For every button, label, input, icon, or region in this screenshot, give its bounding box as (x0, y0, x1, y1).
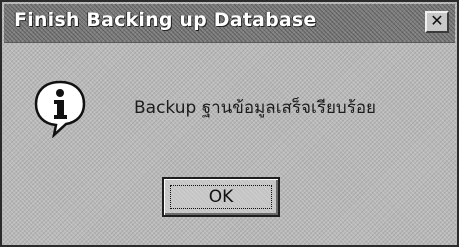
message-text: Backup ฐานข้อมูลเสร็จเรียบร้อย (134, 98, 376, 118)
close-button[interactable]: ✕ (425, 11, 449, 33)
title-bar[interactable]: Finish Backing up Database ✕ (4, 4, 455, 43)
ok-button-label: OK (208, 187, 234, 207)
window-title: Finish Backing up Database (14, 9, 317, 31)
close-icon: ✕ (430, 11, 444, 30)
message-dialog: Finish Backing up Database ✕ Backup ฐานข… (0, 0, 459, 247)
ok-button[interactable]: OK (162, 177, 280, 217)
information-icon (34, 80, 86, 138)
